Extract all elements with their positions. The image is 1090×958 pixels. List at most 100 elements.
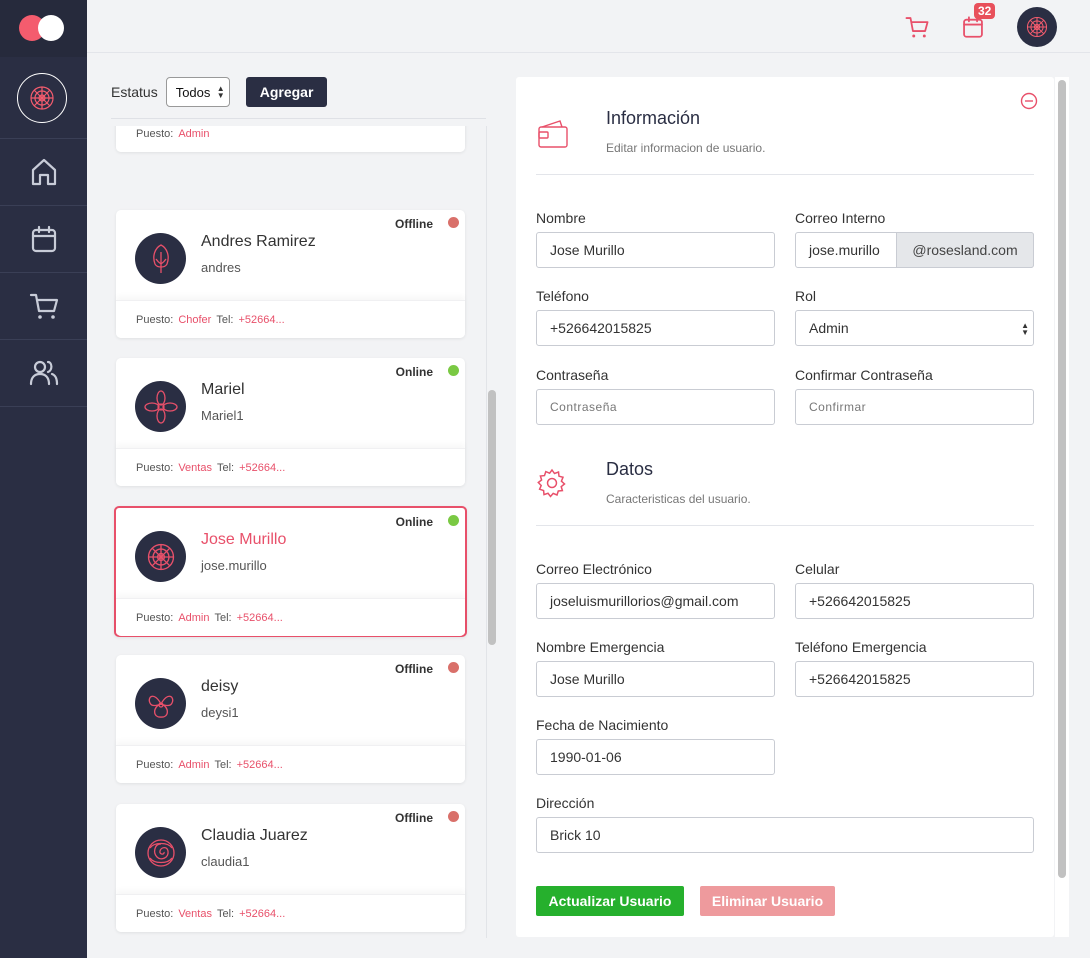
cart-icon <box>29 293 58 319</box>
tel-label: Tel: <box>216 907 235 920</box>
user-avatar <box>135 233 186 284</box>
user-tel: +52664... <box>236 758 283 771</box>
info-section-subtitle: Editar informacion de usuario. <box>606 141 766 155</box>
email-input[interactable]: joseluismurillorios@gmail.com <box>536 583 775 619</box>
app-logo[interactable] <box>0 0 87 57</box>
tel-label: Tel: <box>214 611 232 624</box>
divider <box>536 174 1034 175</box>
rol-label: Rol <box>795 288 817 304</box>
info-section-title: Información <box>606 108 701 128</box>
user-card-footer: Puesto: Admin Tel: +52664... <box>116 745 465 783</box>
user-card-footer: Puesto: Chofer Tel: +52664... <box>116 300 465 338</box>
user-card[interactable]: Offline deisy deysi1 Puesto: Admin Tel: … <box>116 655 465 783</box>
user-username: claudia1 <box>201 854 250 869</box>
user-card[interactable]: Offline Andres Ramirez andres Puesto: Ch… <box>116 210 465 338</box>
user-puesto: Admin <box>178 758 210 771</box>
emergency-phone-input[interactable]: +526642015825 <box>795 661 1034 697</box>
user-name: Jose Murillo <box>201 531 287 548</box>
birthdate-label: Fecha de Nacimiento <box>536 717 669 733</box>
nombre-input[interactable]: Jose Murillo <box>536 232 775 268</box>
password-input[interactable]: Contraseña <box>536 389 775 425</box>
user-avatar <box>135 531 186 582</box>
flower-icon <box>147 543 174 570</box>
topbar-cart-button[interactable] <box>904 14 930 40</box>
user-username: jose.murillo <box>201 558 267 573</box>
user-list[interactable]: Puesto: Admin Offline Andres Ramirez and… <box>111 126 486 938</box>
divider <box>111 118 486 119</box>
sidebar-item-home[interactable] <box>0 139 87 206</box>
collapse-panel-button[interactable] <box>1020 92 1038 110</box>
puesto-label: Puesto: <box>136 461 174 474</box>
logo-circle-white <box>38 15 64 41</box>
status-filter-select[interactable]: Todos ▲ ▼ <box>165 77 230 107</box>
puesto-label: Puesto: <box>136 127 174 140</box>
puesto-label: Puesto: <box>136 611 174 624</box>
user-tel: +52664... <box>239 907 286 920</box>
panel-scrollbar-thumb[interactable] <box>1058 80 1066 878</box>
correo-interno-value: jose.murillo <box>809 242 880 258</box>
sidebar-avatar[interactable] <box>17 73 67 123</box>
sidebar-profile <box>0 57 87 139</box>
user-puesto: Admin <box>178 127 210 140</box>
address-input[interactable]: Brick 10 <box>536 817 1034 853</box>
datos-section-title: Datos <box>606 459 654 479</box>
sidebar-item-cart[interactable] <box>0 273 87 340</box>
user-card[interactable]: Offline Claudia Juarez claudia1 Puesto: … <box>116 804 465 932</box>
user-name: Mariel <box>201 381 245 398</box>
telefono-input[interactable]: +526642015825 <box>536 310 775 346</box>
user-card-footer: Puesto: Ventas Tel: +52664... <box>116 894 465 932</box>
add-user-button[interactable]: Agregar <box>245 77 328 107</box>
user-status: Offline <box>395 811 433 825</box>
user-card-footer: Puesto: Ventas Tel: +52664... <box>116 448 465 486</box>
rol-value: Admin <box>809 320 849 336</box>
tel-label: Tel: <box>214 758 232 771</box>
select-arrows-icon: ▲ ▼ <box>1021 321 1029 337</box>
user-avatar <box>135 678 186 729</box>
list-scrollbar-thumb[interactable] <box>488 390 496 645</box>
minus-circle-icon <box>1020 92 1038 110</box>
rol-select[interactable]: Admin ▲ ▼ <box>795 310 1034 346</box>
topbar: 32 <box>87 0 1090 53</box>
puesto-label: Puesto: <box>136 758 174 771</box>
user-card[interactable]: Puesto: Admin <box>116 126 465 152</box>
datos-section-subtitle: Caracteristicas del usuario. <box>606 492 751 506</box>
status-dot <box>448 811 459 822</box>
status-dot <box>448 365 459 376</box>
user-avatar <box>135 381 186 432</box>
user-card[interactable]: Online Mariel Mariel1 Puesto: Ventas Tel… <box>116 358 465 486</box>
celular-input[interactable]: +526642015825 <box>795 583 1034 619</box>
users-icon <box>29 360 58 386</box>
birthdate-input[interactable]: 1990-01-06 <box>536 739 775 775</box>
user-status: Offline <box>395 217 433 231</box>
user-name: Claudia Juarez <box>201 827 308 844</box>
topbar-avatar[interactable] <box>1017 7 1057 47</box>
update-user-button[interactable]: Actualizar Usuario <box>536 886 684 916</box>
correo-interno-input[interactable]: jose.murillo @rosesland.com <box>795 232 1034 268</box>
email-domain-addon: @rosesland.com <box>896 232 1034 268</box>
flower-icon <box>1026 16 1048 38</box>
confirm-password-input[interactable]: Confirmar <box>795 389 1034 425</box>
user-status: Online <box>395 515 433 529</box>
rose-icon <box>146 838 175 867</box>
user-name: deisy <box>201 678 239 695</box>
delete-user-button[interactable]: Eliminar Usuario <box>700 886 835 916</box>
email-label: Correo Electrónico <box>536 561 652 577</box>
user-card-selected[interactable]: Online Jose Murillo jose.murillo Puesto:… <box>114 506 467 637</box>
flower-icon <box>30 86 54 110</box>
user-avatar <box>135 827 186 878</box>
user-edit-panel: Información Editar informacion de usuari… <box>516 77 1054 937</box>
user-card-footer: Puesto: Admin Tel: +52664... <box>116 598 465 636</box>
emergency-name-input[interactable]: Jose Murillo <box>536 661 775 697</box>
user-tel: +52664... <box>239 461 286 474</box>
calendar-icon <box>31 225 56 253</box>
user-card-footer: Puesto: Admin <box>116 126 465 152</box>
puesto-label: Puesto: <box>136 313 174 326</box>
user-tel: +52664... <box>236 611 283 624</box>
sidebar-item-users[interactable] <box>0 340 87 407</box>
select-arrows-icon: ▲ ▼ <box>216 84 225 100</box>
status-filter-label: Estatus <box>111 84 158 100</box>
sidebar-item-calendar[interactable] <box>0 206 87 273</box>
user-username: andres <box>201 260 241 275</box>
user-tel: +52664... <box>238 313 285 326</box>
user-status: Online <box>395 365 433 379</box>
